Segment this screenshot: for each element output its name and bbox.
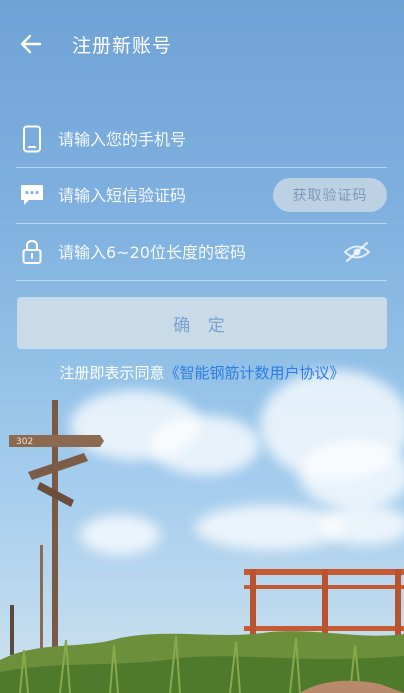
page-title: 注册新账号 [72,35,173,57]
agreement-text: 注册即表示同意《智能钢筋计数用户协议》 [0,362,404,383]
lock-icon [18,238,46,266]
message-icon [18,181,46,209]
user-agreement-link[interactable]: 《智能钢筋计数用户协议》 [165,364,345,382]
toggle-password-visibility[interactable] [341,237,373,267]
sign-text: 302 [16,437,33,447]
phone-row [16,111,387,168]
top-bar: 注册新账号 [0,0,404,88]
back-arrow-icon [20,34,42,54]
phone-input[interactable] [58,124,258,154]
get-code-button[interactable]: 获取验证码 [273,178,387,212]
phone-icon [18,125,46,153]
password-row [16,224,387,281]
sms-code-input[interactable] [58,180,258,210]
agreement-prefix: 注册即表示同意 [59,364,165,382]
back-button[interactable] [14,28,48,60]
eye-off-icon [343,241,371,263]
password-input[interactable] [58,237,258,267]
sms-code-row: 获取验证码 [16,167,387,224]
confirm-button[interactable]: 确 定 [17,297,387,349]
